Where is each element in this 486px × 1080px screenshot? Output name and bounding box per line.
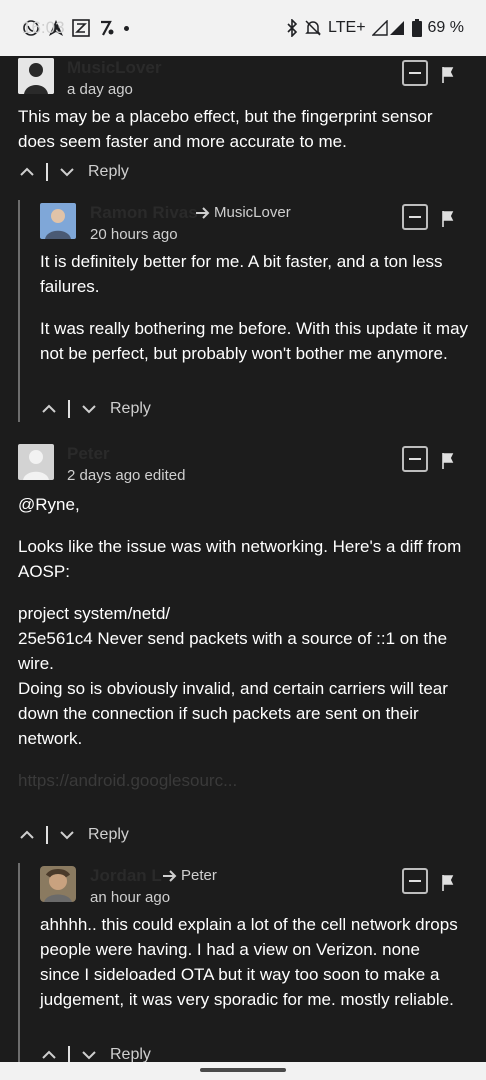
flag-icon[interactable] [442, 67, 456, 83]
collapse-button[interactable] [402, 446, 428, 472]
flag-icon[interactable] [442, 453, 456, 469]
reply-arrow-icon [163, 869, 177, 882]
comment-time[interactable]: 2 days ago edited [67, 467, 185, 484]
upvote-icon[interactable] [20, 830, 34, 840]
z-app-icon [72, 19, 90, 37]
comment-actions: Reply [42, 1046, 151, 1062]
comment-actions: Reply [20, 826, 129, 844]
more-notifications-dot [124, 25, 129, 31]
comment-time[interactable]: an hour ago [90, 889, 170, 906]
thread-line [18, 863, 20, 1062]
reply-to-author[interactable]: MusicLover [214, 204, 291, 221]
avatar[interactable] [40, 203, 76, 239]
signal-icon [371, 20, 404, 36]
network-type: LTE+ [328, 19, 366, 36]
comment-paragraph: Looks like the issue was with networking… [18, 537, 462, 581]
comment-body: This may be a placebo effect, but the fi… [18, 104, 468, 154]
comment-paragraph: project system/netd/ 25e561c4 Never send… [18, 604, 448, 748]
percent-app-icon [101, 20, 114, 36]
collapse-button[interactable] [402, 204, 428, 230]
comment-paragraph: This may be a placebo effect, but the fi… [18, 107, 433, 151]
reply-to: MusicLover [196, 204, 291, 221]
collapse-button[interactable] [402, 868, 428, 894]
reply-button[interactable]: Reply [88, 826, 129, 844]
collapse-button[interactable] [402, 60, 428, 86]
bluetooth-icon [287, 19, 298, 37]
comment-time[interactable]: 20 hours ago [90, 226, 178, 243]
reply-to: Peter [163, 867, 217, 884]
avatar[interactable] [18, 444, 54, 480]
comment-author[interactable]: Ramon Rivas [90, 203, 198, 223]
navigation-bar [0, 1062, 486, 1080]
status-bar: 16:03 LTE+ 69 % [0, 0, 486, 56]
upvote-icon[interactable] [42, 1050, 56, 1060]
downvote-icon[interactable] [82, 404, 96, 414]
minus-icon [409, 216, 421, 218]
comment-paragraph: ahhhh.. this could explain a lot of the … [40, 915, 458, 1009]
comment-actions: Reply [20, 163, 129, 181]
upvote-icon[interactable] [42, 404, 56, 414]
avatar[interactable] [18, 58, 54, 94]
comment-paragraph: It is definitely better for me. A bit fa… [40, 252, 443, 296]
comment-link[interactable]: https://android.googlesourc... [18, 768, 474, 793]
downvote-icon[interactable] [60, 830, 74, 840]
mute-icon [305, 20, 321, 36]
reply-to-author[interactable]: Peter [181, 867, 217, 884]
battery-icon [411, 19, 422, 37]
reply-button[interactable]: Reply [88, 163, 129, 181]
flag-icon[interactable] [442, 211, 456, 227]
comment-body: ahhhh.. this could explain a lot of the … [40, 912, 460, 1012]
reply-button[interactable]: Reply [110, 400, 151, 418]
comment-paragraph: @Ryne, [18, 495, 80, 514]
comment-author[interactable]: MusicLover [67, 58, 161, 78]
comments-list: MusicLover a day ago This may be a place… [0, 56, 486, 1062]
minus-icon [409, 458, 421, 460]
vote-divider [46, 163, 48, 181]
system-icons: LTE+ 69 % [286, 19, 464, 37]
comment-actions: Reply [42, 400, 151, 418]
vote-divider [68, 400, 70, 418]
comment-paragraph: It was really bothering me before. With … [40, 319, 469, 363]
status-time: 16:03 [22, 18, 65, 37]
reply-arrow-icon [196, 206, 210, 219]
minus-icon [409, 72, 421, 74]
battery-level: 69 % [427, 19, 464, 36]
upvote-icon[interactable] [20, 167, 34, 177]
flag-icon[interactable] [442, 875, 456, 891]
vote-divider [46, 826, 48, 844]
thread-line [18, 200, 20, 422]
downvote-icon[interactable] [60, 167, 74, 177]
downvote-icon[interactable] [82, 1050, 96, 1060]
vote-divider [68, 1046, 70, 1062]
comment-body: It is definitely better for me. A bit fa… [40, 249, 472, 366]
reply-button[interactable]: Reply [110, 1046, 151, 1062]
minus-icon [409, 880, 421, 882]
avatar[interactable] [40, 866, 76, 902]
comment-body: @Ryne, Looks like the issue was with net… [18, 492, 474, 793]
home-gesture-handle[interactable] [200, 1068, 286, 1072]
comment-author[interactable]: Peter [67, 444, 110, 464]
comment-author[interactable]: Jordan L [90, 866, 162, 886]
comment-time[interactable]: a day ago [67, 81, 133, 98]
